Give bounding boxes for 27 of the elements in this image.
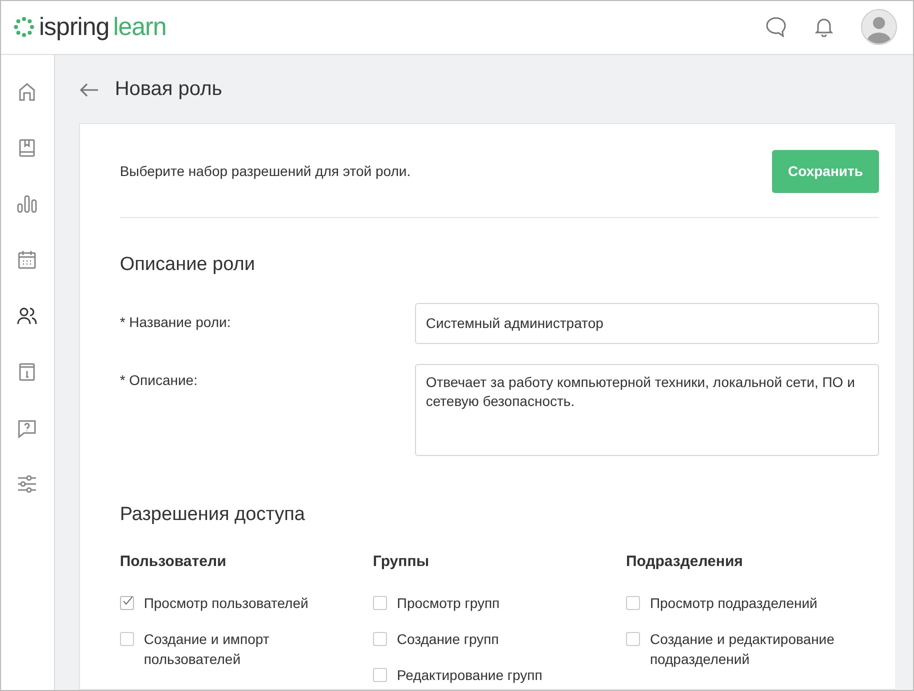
notification-icon[interactable] (815, 17, 833, 38)
permission-checkbox[interactable]: Создание и импорт пользователей (120, 628, 373, 669)
logo-text: learn (113, 12, 166, 43)
instruction-text: Выберите набор разрешений для этой роли. (120, 162, 411, 181)
permission-checkbox[interactable]: Просмотр подразделений (626, 592, 880, 613)
permission-checkbox[interactable]: Просмотр групп (372, 592, 626, 613)
bar-chart-icon (16, 192, 38, 215)
permission-checkbox[interactable]: Редактирование групп (372, 664, 626, 685)
logo-text: ispring (39, 12, 110, 43)
section-title: Разрешения доступа (120, 504, 306, 527)
group-title: Группы (372, 552, 430, 571)
chat-icon[interactable] (765, 16, 787, 38)
page-title: Новая роль (114, 76, 222, 101)
group-title: Подразделения (626, 552, 744, 571)
avatar-icon[interactable] (861, 9, 897, 46)
settings-icon (16, 472, 38, 495)
permission-checkbox[interactable]: Создание и редактирование подразделений (626, 628, 880, 669)
section-title: Описание роли (120, 254, 256, 277)
description-field[interactable]: Отвечает за работу компьютерной техники, локальной сети, ПО и сетевую безопасность. (414, 364, 879, 456)
permission-checkbox[interactable]: Просмотр пользователей (120, 592, 373, 613)
calendar-icon (16, 248, 38, 271)
group-title: Пользователи (120, 552, 228, 571)
field-label: * Название роли: (120, 312, 232, 332)
field-label: * Описание: (120, 370, 198, 390)
permission-checkbox[interactable]: Создание групп (372, 628, 626, 649)
name-field[interactable]: Системный администратор (414, 302, 879, 344)
logo-icon (13, 16, 35, 38)
